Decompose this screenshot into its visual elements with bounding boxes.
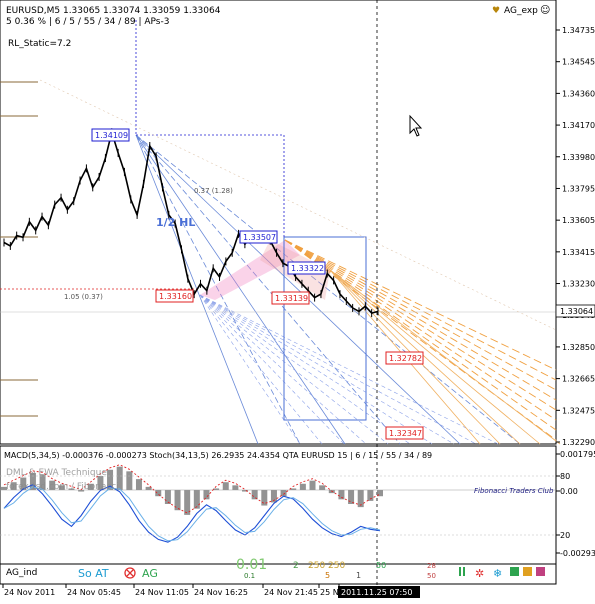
price-box-label: 1.33139: [275, 294, 308, 303]
time-tick-label: 24 Nov 11:05: [135, 588, 189, 597]
time-tick-label: 24 Nov 05:45: [67, 588, 121, 597]
macd-tick-label: 0.001795: [560, 450, 595, 459]
price-tick-label: 1.32665: [562, 375, 595, 384]
price-tick-label: 1.34360: [562, 89, 595, 98]
time-tick-label: 24 Nov 2011: [4, 588, 55, 597]
orange-square-icon[interactable]: [523, 567, 532, 576]
value3-sub: 5: [325, 571, 330, 580]
price-tick-label: 1.32475: [562, 406, 595, 415]
macd-bar: [232, 485, 239, 490]
macd-bar: [155, 490, 162, 497]
macd-bar: [357, 490, 364, 508]
macd-bar: [299, 483, 306, 490]
pause-icon-bar: [463, 567, 465, 576]
price-box-label: 1.32347: [389, 429, 422, 438]
pink-square-icon[interactable]: [536, 567, 545, 576]
macd-bar: [193, 490, 200, 509]
indicator-label: RL_Static=7.2: [8, 39, 71, 49]
current-price-label: 1.33064: [560, 307, 593, 316]
price-tick-label: 1.34735: [562, 26, 595, 35]
time-axis: 24 Nov 2011 24 Nov 05:45 24 Nov 11:05 24 No…: [2, 584, 420, 598]
macd-header: MACD(5,34,5) -0.000376 -0.000273 Stoch(3…: [4, 451, 432, 460]
price-tick-label: 1.33605: [562, 216, 595, 225]
trading-chart-window: 1.34735 1.34545 1.34360 1.34170 1.33980 1.337…: [0, 0, 595, 600]
time-tick-label: 24 Nov 16:25: [194, 588, 248, 597]
chart-canvas[interactable]: 1.34735 1.34545 1.34360 1.34170 1.33980 1.337…: [0, 0, 595, 600]
value5: 50: [376, 561, 386, 570]
macd-bar: [251, 490, 258, 500]
macd-bar: [164, 490, 171, 504]
symbol-header: EURUSD,M5 1.33065 1.33074 1.33059 1.3306…: [6, 6, 221, 16]
green-square-icon[interactable]: [510, 567, 519, 576]
snowflake-icon[interactable]: ❄: [493, 567, 502, 580]
macd-bar: [126, 471, 133, 490]
value3: 250 250: [308, 561, 345, 571]
macd-tick-label: 0.00: [560, 487, 578, 496]
fib-label-b: 1.05 (0.37): [64, 293, 103, 301]
price-tick-label: 1.33230: [562, 280, 595, 289]
time-tick-label: 24 Nov 21:45: [264, 588, 318, 597]
value1-sub: 0.1: [244, 572, 255, 580]
price-tick-label: 1.34545: [562, 58, 595, 67]
value4: 1: [356, 571, 361, 580]
macd-bar: [203, 490, 210, 500]
macd-bar: [338, 490, 345, 500]
watermark-1: DML & EWA Technique: [6, 468, 107, 478]
macd-bar: [135, 479, 142, 490]
watermark-2: forex-tsd.com / Fibonacci: [6, 482, 119, 492]
fib-label-a: 0.37 (1.28): [194, 187, 233, 195]
pause-icon[interactable]: [459, 567, 461, 576]
macd-bar: [222, 482, 229, 490]
ag-ind-label: AG_ind: [6, 568, 37, 578]
ea-label[interactable]: AG_exp: [504, 6, 538, 16]
macd-tick-label: -0.00293: [560, 549, 595, 558]
price-tick-label: 1.32290: [562, 438, 595, 447]
value1: 0.01: [236, 557, 267, 573]
info-header: 5 0.36 % | 6 / 5 / 55 / 34 / 89 | APs-3: [6, 17, 169, 27]
price-box-label: 1.33160: [159, 292, 192, 301]
smiley-icon: ☺: [540, 5, 550, 16]
value2: 2: [293, 561, 299, 571]
price-tick-label: 1.32850: [562, 343, 595, 352]
gear-icon[interactable]: ✲: [475, 567, 484, 580]
value6: 28: [427, 562, 436, 570]
price-tick-label: 1.34170: [562, 121, 595, 130]
macd-bar: [319, 485, 326, 490]
macd-tick-label: 20: [560, 531, 570, 540]
ag-label[interactable]: AG: [142, 567, 158, 580]
half-hl-label: 1/2 HL: [156, 216, 195, 229]
price-box-label: 1.32782: [389, 354, 422, 363]
heart-icon[interactable]: ♥: [492, 6, 500, 16]
macd-bar: [348, 490, 355, 504]
value6-sub: 50: [427, 572, 436, 580]
price-box-label: 1.34109: [95, 131, 128, 140]
so-at-label[interactable]: So AT: [78, 567, 109, 580]
time-cursor-label: 2011.11.25 07:50: [341, 588, 412, 597]
club-label: Fibonacci Traders Club: [474, 487, 554, 495]
time-tick-label: 25 N: [320, 588, 339, 597]
price-axis: 1.34735 1.34545 1.34360 1.34170 1.33980 1.337…: [555, 26, 595, 447]
price-box-label: 1.33322: [291, 264, 324, 273]
price-tick-label: 1.33795: [562, 184, 595, 193]
price-box-label: 1.33507: [243, 233, 276, 242]
price-tick-label: 1.33980: [562, 153, 595, 162]
price-tick-label: 1.33415: [562, 248, 595, 257]
macd-bar: [309, 480, 316, 490]
macd-tick-label: 80: [560, 472, 570, 481]
